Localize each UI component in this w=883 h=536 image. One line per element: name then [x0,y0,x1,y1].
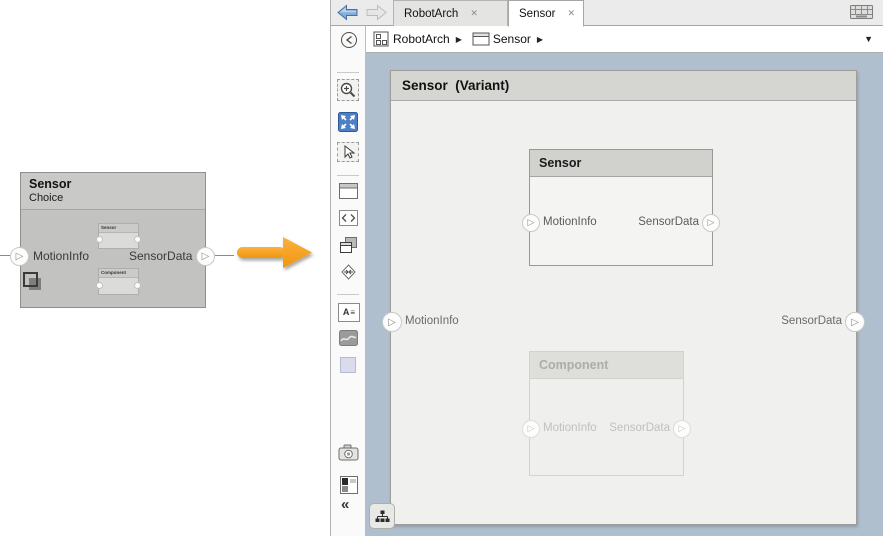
breadcrumb-dropdown-caret[interactable]: ▼ [864,34,873,44]
canvas-title: Sensor (Variant) [391,71,856,101]
component-title: Sensor [530,150,712,177]
architecture-output-port-label: SensorData [781,315,842,327]
toolbar-separator [337,72,359,73]
annotation-lines: ≡ [350,308,356,317]
port-triangle-icon: ▷ [851,316,859,328]
component-crumb-icon [472,32,490,46]
input-port: ▷ [10,247,29,266]
input-port[interactable]: ▷ [522,214,540,232]
architecture-model-icon [373,31,389,47]
back-button[interactable] [337,4,358,21]
tab-close-icon[interactable]: ✕ [567,8,575,19]
variant-choice-block: Sensor Choice Sensor Component [20,172,206,308]
mini-block-sensor: Sensor [96,223,141,249]
component-tool-icon[interactable] [339,183,358,199]
collapse-palette-icon[interactable]: « [341,496,349,513]
palette-toolbar: A ≡ « [331,26,366,536]
mini-block-title: Component [99,269,138,278]
port-triangle-icon: ▷ [527,218,535,228]
select-tool-icon[interactable] [337,142,359,162]
output-port[interactable]: ▷ [673,420,691,438]
forward-button[interactable] [366,4,387,21]
editor-canvas-background[interactable]: Sensor (Variant) Sensor ▷ MotionInfo Sen… [366,53,883,536]
tab-robotarch[interactable]: RobotArch ✕ [393,0,508,26]
output-port-label: SensorData [638,216,699,228]
adapter-tool-icon[interactable] [339,210,358,226]
mini-output-port [134,236,141,243]
component-title: Component [530,352,683,379]
port-triangle-icon: ▷ [527,424,535,434]
signal-junction-tool-icon[interactable] [339,263,358,281]
output-port: ▷ [196,247,215,266]
screenshot-camera-icon[interactable] [338,444,359,461]
output-port-label: SensorData [129,249,193,263]
variant-badge-icon [23,272,38,287]
mini-block-title: Sensor [99,224,138,233]
diagram-canvas[interactable]: Sensor (Variant) Sensor ▷ MotionInfo Sen… [382,70,865,525]
legend-tool-icon[interactable] [340,476,358,494]
architecture-input-port[interactable]: ▷ [382,312,402,332]
breadcrumb-item-sensor[interactable]: Sensor [493,32,531,46]
app-window: Sensor Choice Sensor Component ▷ MotionI… [0,0,883,536]
mini-input-port [96,282,103,289]
component-block-component[interactable]: Component ▷ MotionInfo SensorData ▷ [522,351,691,476]
toolbar-separator [337,175,359,176]
mini-block-component: Component [96,268,141,295]
toolbar-separator [337,294,359,295]
model-hierarchy-badge[interactable] [369,503,395,529]
port-triangle-icon: ▷ [388,316,396,328]
port-triangle-icon: ▷ [15,251,24,262]
tab-bar: RobotArch ✕ Sensor ✕ [331,0,883,27]
breadcrumb-item-robotarch[interactable]: RobotArch [393,32,450,46]
block-subtitle: Choice [29,192,64,204]
tab-label: RobotArch [404,7,459,20]
input-port-label: MotionInfo [543,216,597,228]
hide-navigation-icon[interactable] [340,31,358,49]
hierarchy-tree-icon [375,510,389,522]
annotation-letter: A [342,307,350,317]
variant-choice-block-header: Sensor Choice [21,173,205,210]
variant-component-tool-icon[interactable] [339,236,358,254]
mini-output-port [134,282,141,289]
annotation-tool-icon[interactable]: A ≡ [338,303,360,322]
breadcrumb-chevron-icon[interactable]: ▶ [537,35,543,44]
fit-to-view-tool-icon[interactable] [338,112,358,132]
mini-input-port [96,236,103,243]
output-port-label: SensorData [609,422,670,434]
port-triangle-icon: ▷ [678,424,686,434]
input-port[interactable]: ▷ [522,420,540,438]
breadcrumb: RobotArch ▶ Sensor ▶ ▼ [366,26,883,53]
component-block-sensor[interactable]: Sensor ▷ MotionInfo SensorData ▷ [522,149,720,266]
input-port-label: MotionInfo [33,249,90,263]
input-port-label: MotionInfo [543,422,597,434]
port-triangle-icon: ▷ [707,218,715,228]
architecture-output-port[interactable]: ▷ [845,312,865,332]
breadcrumb-chevron-icon[interactable]: ▶ [456,35,462,44]
transition-arrow-icon [237,237,312,268]
port-triangle-icon: ▷ [201,251,210,262]
keyboard-shortcuts-icon[interactable] [850,5,873,20]
area-tool-icon[interactable] [340,357,356,373]
block-title: Sensor [29,177,72,191]
zoom-in-tool-icon[interactable] [337,79,359,101]
tab-sensor[interactable]: Sensor ✕ [508,0,584,27]
tab-close-icon[interactable]: ✕ [470,8,478,19]
image-tool-icon[interactable] [339,330,358,346]
tab-label: Sensor [519,7,556,20]
architecture-input-port-label: MotionInfo [405,315,459,327]
output-port[interactable]: ▷ [702,214,720,232]
